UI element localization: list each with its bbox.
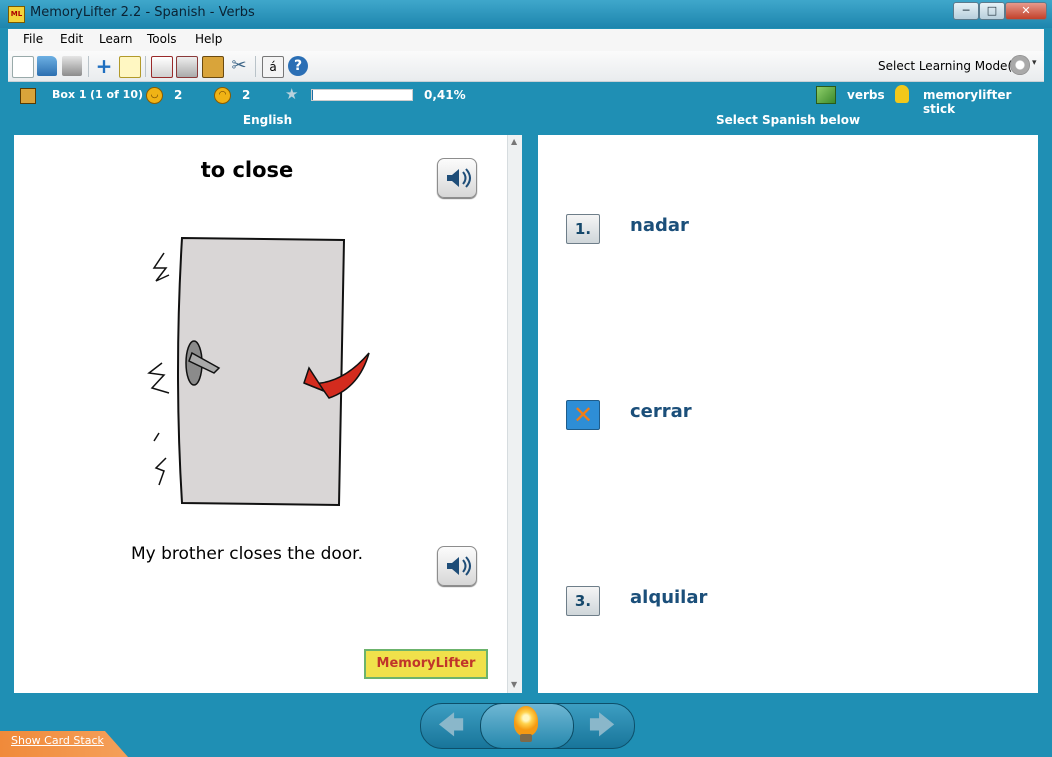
scroll-down-icon[interactable]: ▼ [511, 680, 517, 689]
toolbar-separator [88, 56, 89, 77]
answer-option-text[interactable]: nadar [630, 215, 689, 236]
play-example-audio-button[interactable] [437, 546, 477, 586]
question-word: to close [200, 158, 294, 182]
answer-number-badge[interactable]: 3. [566, 586, 600, 616]
box-count: (1 of 10) [90, 88, 144, 101]
menu-tools[interactable]: Tools [147, 32, 177, 46]
chapter-name[interactable]: verbs [847, 88, 885, 102]
maximize-button[interactable]: □ [979, 2, 1005, 20]
lightbulb-base [520, 734, 532, 742]
box-icon [20, 88, 36, 104]
help-icon[interactable]: ? [288, 56, 308, 76]
close-button[interactable]: ✕ [1005, 2, 1047, 20]
open-folder-icon[interactable] [37, 56, 57, 76]
edit-card-icon[interactable] [119, 56, 141, 78]
memorylifter-logo: MemoryLifter [364, 649, 488, 679]
special-chars-icon[interactable]: á [262, 56, 284, 78]
chapter-icon [816, 86, 836, 104]
star-icon: ★ [285, 85, 299, 103]
next-arrow-icon[interactable]: 🡆 [580, 713, 624, 739]
toolbar-separator [145, 56, 146, 77]
answer-option-text[interactable]: alquilar [630, 587, 707, 608]
card-stack-icon[interactable] [176, 56, 198, 78]
wrong-answer-icon[interactable]: ✕ [566, 400, 600, 430]
answer-panel: 1. nadar ✕ cerrar 3. alquilar [538, 135, 1038, 693]
example-sentence: My brother closes the door. [130, 544, 363, 564]
progress-bar [311, 89, 413, 101]
user-icon [895, 85, 909, 103]
answer-number-badge[interactable]: 1. [566, 214, 600, 244]
tools-icon[interactable]: ✂ [229, 56, 249, 76]
smiley-happy-icon: ◡ [146, 87, 163, 104]
question-column-header: English [242, 113, 293, 127]
unknown-count: 2 [242, 88, 251, 102]
toolbar-separator [255, 56, 256, 77]
question-scrollbar[interactable]: ▲ ▼ [507, 135, 522, 693]
scroll-up-icon[interactable]: ▲ [511, 137, 517, 146]
box-icon[interactable] [202, 56, 224, 78]
gear-icon[interactable] [1010, 55, 1030, 75]
add-card-icon[interactable]: + [94, 56, 114, 76]
back-arrow-icon[interactable]: 🡄 [429, 713, 473, 739]
progress-percent: 0,41% [424, 88, 466, 102]
print-icon[interactable] [62, 56, 82, 76]
menu-learn[interactable]: Learn [99, 32, 133, 46]
known-count: 2 [174, 88, 183, 102]
presentation-icon[interactable] [151, 56, 173, 78]
status-bar: Box 1 (1 of 10) ◡ 2 ◠ 2 ★ 0,41% verbs me… [8, 82, 1044, 116]
menu-help[interactable]: Help [195, 32, 222, 46]
box-label: Box 1 [52, 88, 87, 101]
new-file-icon[interactable] [12, 56, 34, 78]
answer-option[interactable]: 1. [566, 214, 600, 244]
answer-option[interactable]: ✕ [566, 400, 600, 430]
door-illustration [147, 236, 370, 507]
answer-option[interactable]: 3. [566, 586, 600, 616]
progress-fill [312, 90, 313, 100]
minimize-button[interactable]: ─ [953, 2, 979, 20]
app-icon: ML [8, 6, 25, 23]
window-title: MemoryLifter 2.2 - Spanish - Verbs [30, 5, 255, 20]
play-question-audio-button[interactable] [437, 158, 477, 198]
lightbulb-icon[interactable] [514, 706, 538, 736]
chevron-down-icon[interactable]: ▾ [1032, 58, 1037, 68]
toolbar: + ✂ á ? Select Learning Mode(s) ▾ [8, 51, 1044, 82]
question-panel: to close My brother closes the door. Mem… [14, 135, 507, 693]
menu-edit[interactable]: Edit [60, 32, 83, 46]
smiley-sad-icon: ◠ [214, 87, 231, 104]
learning-mode-label[interactable]: Select Learning Mode(s) [878, 59, 1023, 73]
show-card-stack-link[interactable]: Show Card Stack [11, 734, 104, 747]
menu-file[interactable]: File [23, 32, 43, 46]
user-name[interactable]: memorylifter stick [923, 88, 1044, 116]
menu-bar: File Edit Learn Tools Help [8, 29, 1044, 51]
speaker-icon [447, 556, 471, 576]
speaker-icon [447, 168, 471, 188]
answer-option-text[interactable]: cerrar [630, 401, 692, 422]
answer-column-header: Select Spanish below [715, 113, 861, 127]
